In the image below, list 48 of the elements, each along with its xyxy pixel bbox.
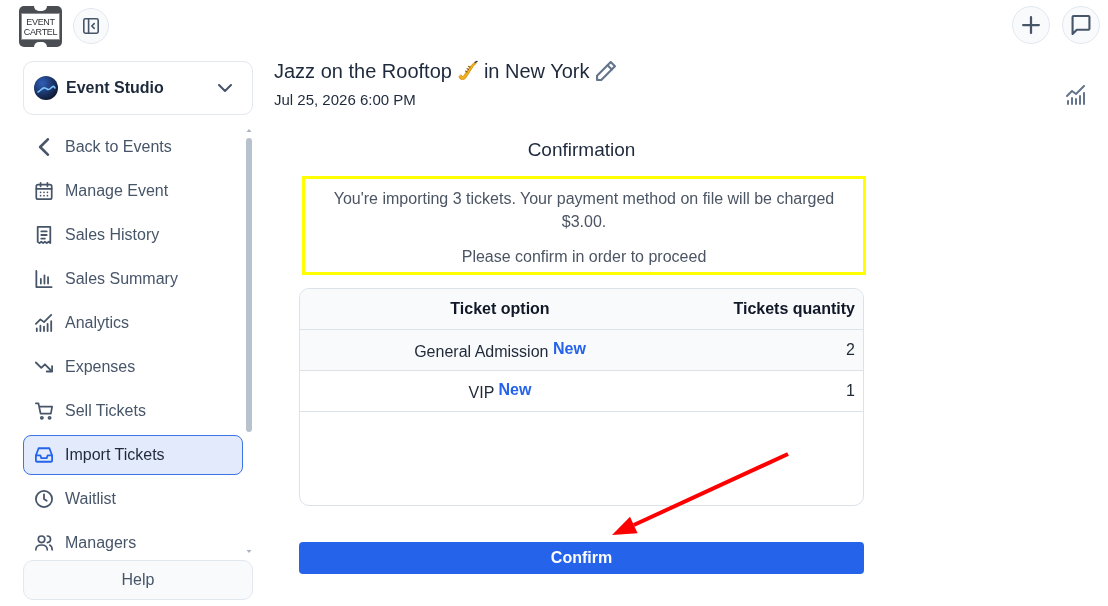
sidebar-item[interactable]: Expenses [23,347,243,387]
clock-icon [35,490,53,508]
event-title: in New York [483,59,590,83]
ticket-option: General Admission [414,342,549,360]
help-button[interactable]: Help [23,560,253,600]
sidebar-item[interactable]: Back to Events [23,127,243,167]
new-tag: New [552,339,586,357]
chart-trend-icon[interactable] [1066,85,1086,105]
saxophone-icon [457,60,478,82]
chart-trend-icon [35,314,53,332]
confirmation-prompt: Please confirm in order to proceed [460,247,708,267]
users-icon [35,534,53,552]
calendar-icon [35,182,53,200]
chevron-down-icon [218,84,232,92]
event-title: Jazz on the Rooftop [274,59,452,83]
column-header: Tickets quantity [732,300,856,318]
organization-dropdown[interactable]: Event Studio [23,61,253,115]
event-date: Jul 25, 2026 6:00 PM [274,90,417,110]
logo: EVENT CARTEL [19,6,62,47]
table-cell-text: 2 [845,341,856,359]
sidebar-toggle-button[interactable] [73,8,109,44]
section-heading: Confirmation [526,138,637,162]
add-button[interactable] [1012,6,1050,44]
ticket-option: VIP [468,383,495,401]
receipt-icon [35,226,53,244]
sidebar-item[interactable]: Sales History [23,215,243,255]
confirmation-message: You're importing 3 tickets. Your payment method on file will be charged $3.00. [332,189,836,232]
sidebar-item[interactable]: Sales Summary [23,259,243,299]
sidebar-item[interactable]: Sell Tickets [23,391,243,431]
pencil-icon[interactable] [595,61,616,81]
avatar-icon [34,76,58,100]
plus-icon [1022,16,1040,34]
chat-bubble-icon [1071,15,1091,35]
inbox-icon [35,446,53,464]
cart-icon [35,402,53,420]
sidebar-item[interactable]: Analytics [23,303,243,343]
chat-button[interactable] [1062,6,1100,44]
sidebar-item[interactable]: Import Tickets [23,435,243,475]
sidebar-item[interactable]: Waitlist [23,479,243,519]
sidebar-item[interactable]: Manage Event [23,171,243,211]
column-header: Ticket option [449,300,551,318]
sidebar-item[interactable]: Managers [23,523,243,560]
new-tag: New [498,380,532,398]
confirm-button[interactable]: Confirm [299,542,864,574]
bar-chart-icon [35,270,53,288]
organization-name: Event Studio [66,79,164,97]
panel-left-icon [83,18,99,34]
table-cell-text: 1 [845,382,856,400]
